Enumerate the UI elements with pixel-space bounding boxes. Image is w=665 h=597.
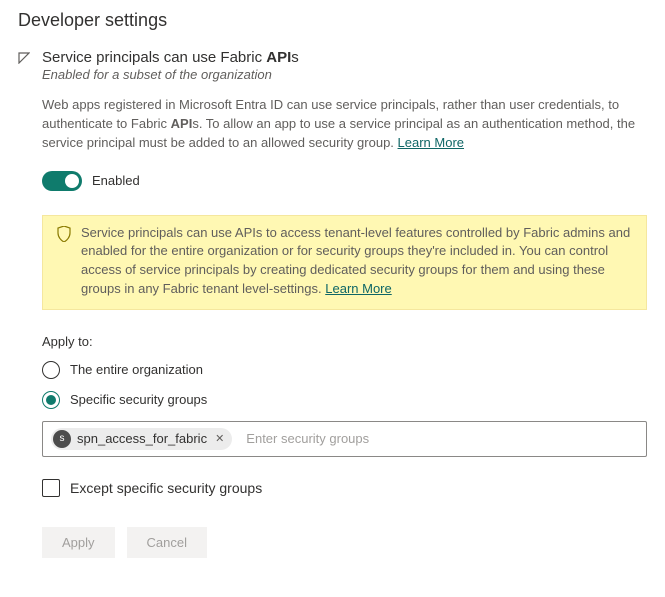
banner-content: Service principals can use APIs to acces…: [81, 224, 632, 299]
chip-label: spn_access_for_fabric: [77, 431, 207, 446]
page-title: Developer settings: [18, 10, 647, 31]
chip-avatar: s: [53, 430, 71, 448]
info-banner: Service principals can use APIs to acces…: [42, 215, 647, 310]
security-groups-input[interactable]: s spn_access_for_fabric ✕ Enter security…: [42, 421, 647, 457]
except-checkbox[interactable]: [42, 479, 60, 497]
radio-input-specific-groups[interactable]: [42, 391, 60, 409]
except-checkbox-row[interactable]: Except specific security groups: [42, 479, 647, 497]
apply-to-label: Apply to:: [42, 334, 647, 349]
apply-button[interactable]: Apply: [42, 527, 115, 558]
setting-title-bold: API: [266, 49, 291, 66]
chip-remove-icon[interactable]: ✕: [213, 432, 226, 445]
radio-label-entire-org: The entire organization: [70, 362, 203, 377]
shield-icon: [57, 224, 71, 299]
toggle-row: Enabled: [42, 171, 647, 191]
toggle-label: Enabled: [92, 173, 140, 188]
setting-title-suffix: s: [291, 49, 299, 66]
enable-toggle[interactable]: [42, 171, 82, 191]
buttons-row: Apply Cancel: [42, 527, 647, 558]
except-checkbox-label: Except specific security groups: [70, 480, 262, 496]
setting-title: Service principals can use Fabric APIs: [42, 49, 647, 66]
groups-placeholder: Enter security groups: [246, 431, 369, 446]
learn-more-link[interactable]: Learn More: [398, 135, 464, 150]
radio-specific-groups[interactable]: Specific security groups: [42, 391, 647, 409]
radio-label-specific-groups: Specific security groups: [70, 392, 207, 407]
setting-row: Service principals can use Fabric APIs E…: [18, 49, 647, 558]
description-bold: API: [171, 116, 193, 131]
collapse-icon[interactable]: [18, 49, 32, 64]
setting-subtitle: Enabled for a subset of the organization: [42, 67, 647, 82]
radio-input-entire-org[interactable]: [42, 361, 60, 379]
setting-title-prefix: Service principals can use Fabric: [42, 49, 266, 66]
radio-entire-org[interactable]: The entire organization: [42, 361, 647, 379]
cancel-button[interactable]: Cancel: [127, 527, 207, 558]
banner-learn-more-link[interactable]: Learn More: [325, 281, 391, 296]
group-chip: s spn_access_for_fabric ✕: [51, 428, 232, 450]
setting-description: Web apps registered in Microsoft Entra I…: [42, 96, 647, 153]
